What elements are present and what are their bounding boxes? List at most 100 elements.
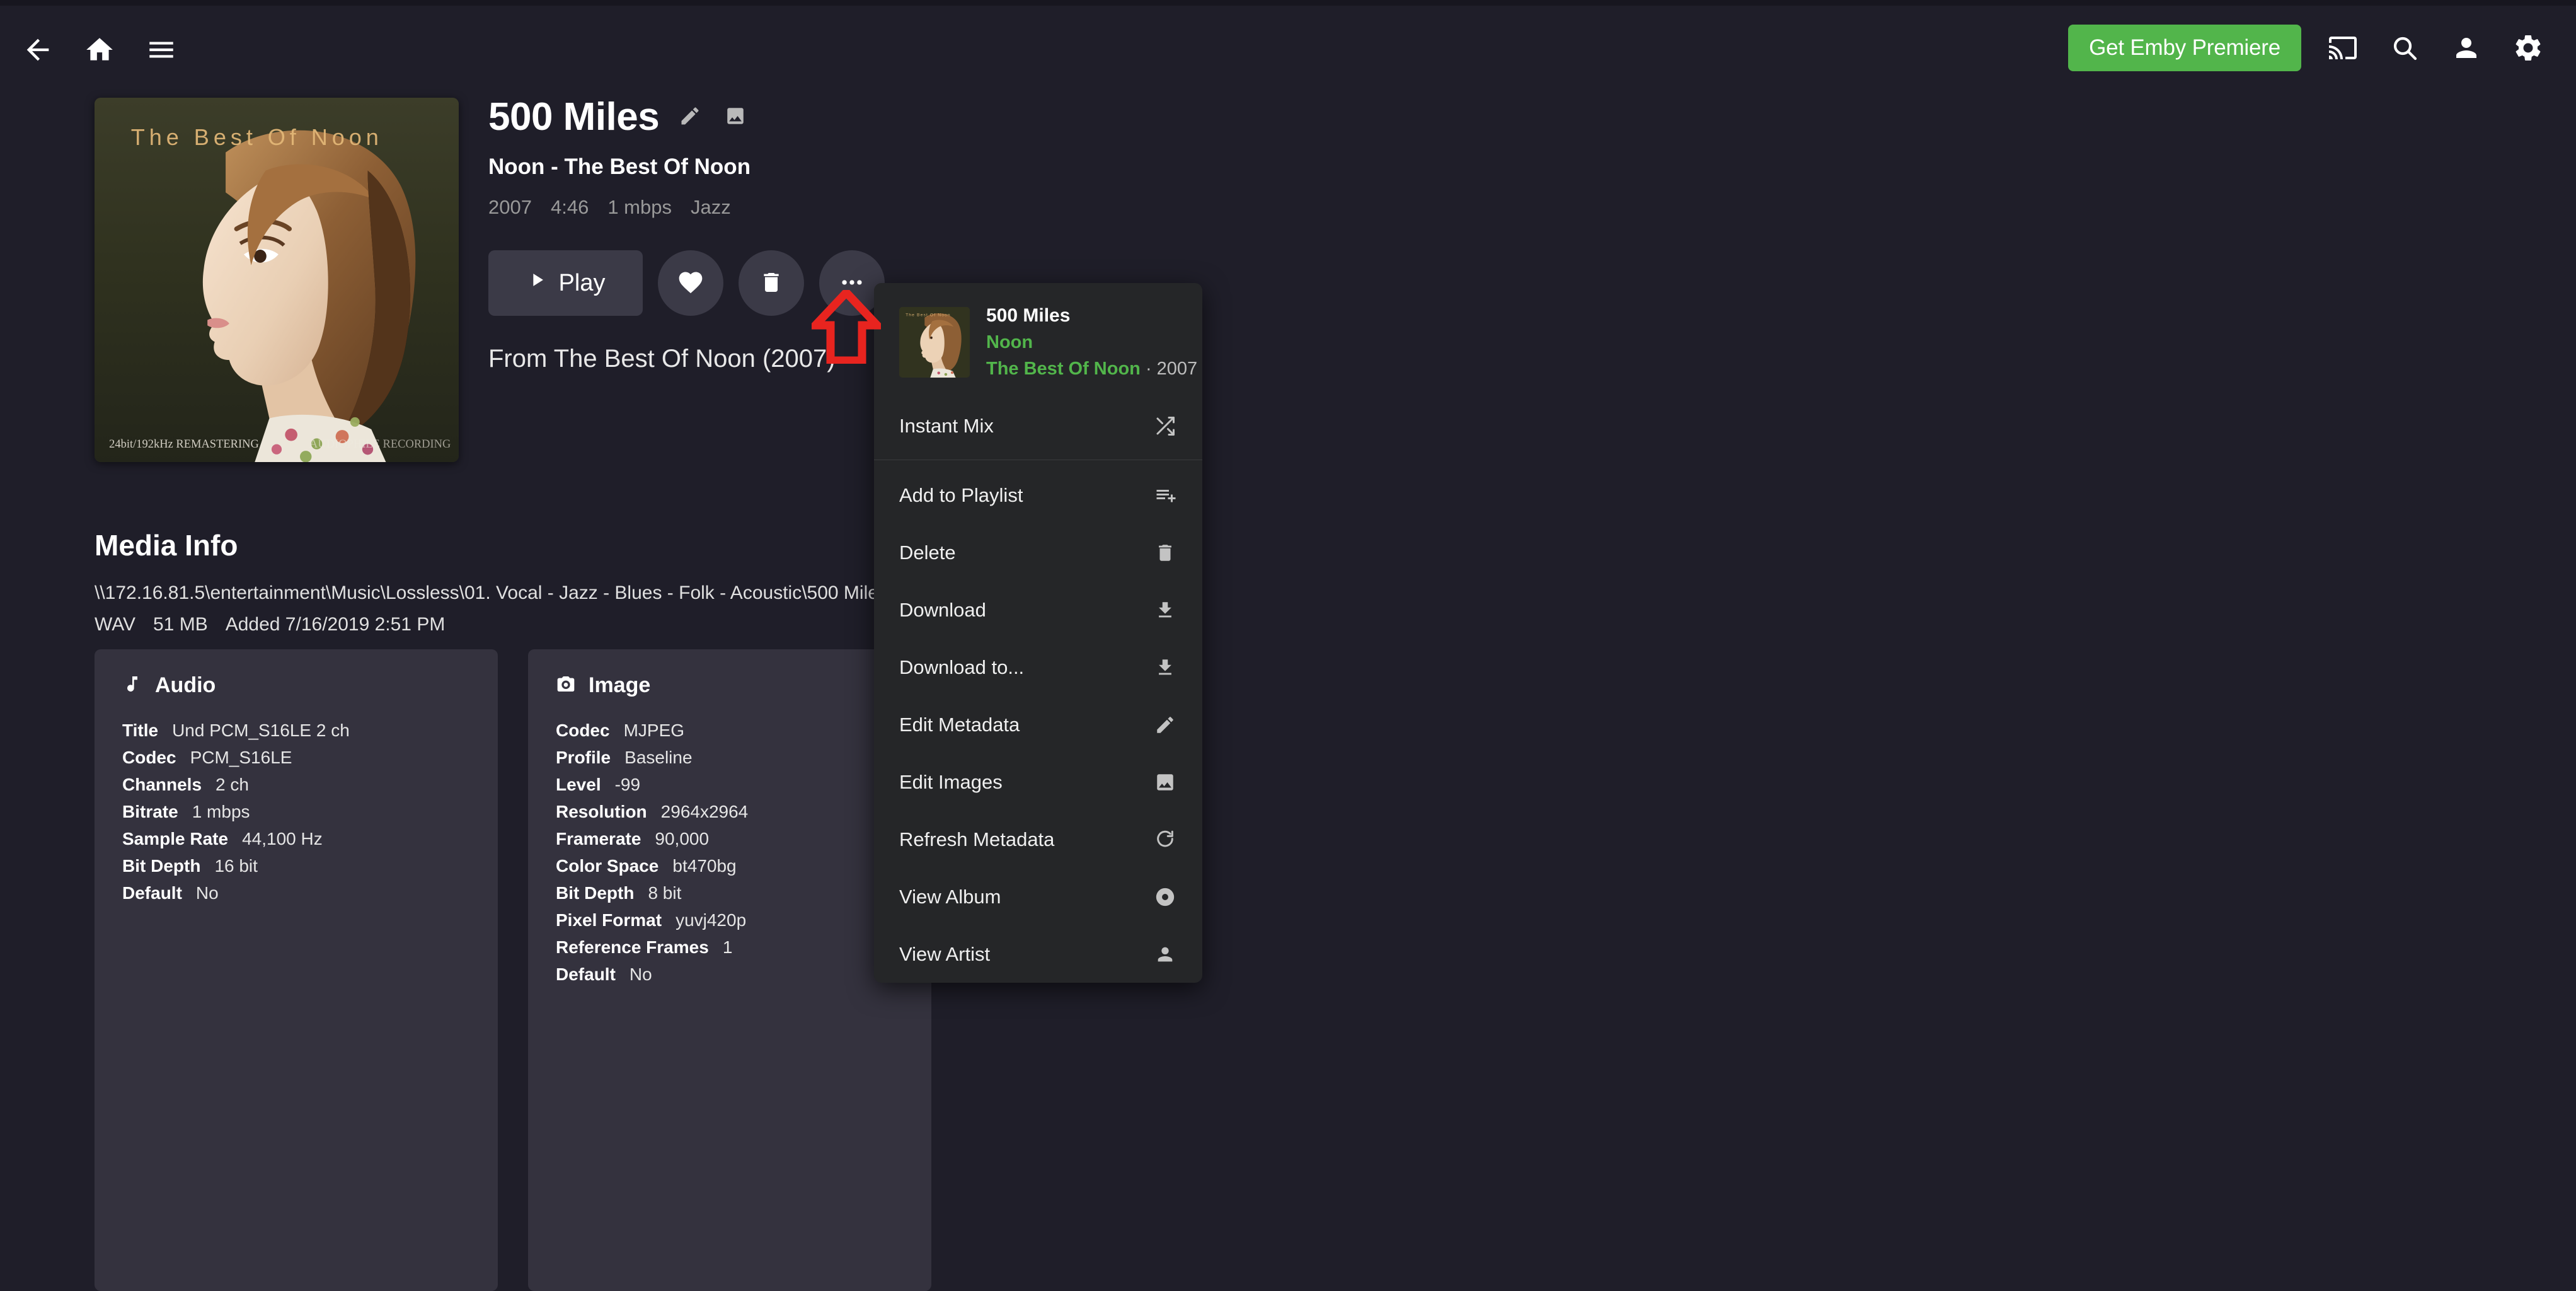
home-button[interactable]: [82, 32, 117, 67]
arrow-back-icon: [21, 33, 54, 66]
media-info-section: Media Info \\172.16.81.5\entertainment\M…: [95, 528, 888, 635]
svg-text:24bit/192kHz REMASTERING: 24bit/192kHz REMASTERING: [109, 437, 259, 450]
delete-button[interactable]: [739, 250, 804, 316]
user-account-button[interactable]: [2446, 28, 2487, 68]
context-menu-header: The Best Of Noon 500 Miles Noon The Best…: [874, 283, 1202, 397]
item-context-menu: The Best Of Noon 500 Miles Noon The Best…: [874, 283, 1202, 983]
menu-item-instant-mix[interactable]: Instant Mix: [874, 397, 1202, 454]
cast-button[interactable]: [2323, 28, 2363, 68]
svg-text:The Best Of Noon: The Best Of Noon: [906, 313, 951, 318]
audio-card-title: Audio: [155, 673, 216, 697]
play-triangle-icon: [526, 269, 548, 297]
attribute-value: No: [195, 883, 219, 903]
pencil-edit-icon: [1152, 712, 1178, 738]
attribute-value: 8 bit: [648, 883, 682, 903]
menu-item-label: Refresh Metadata: [899, 828, 1055, 850]
attribute-label: Title: [122, 721, 159, 740]
item-action-buttons: Play: [488, 250, 885, 316]
menu-item-label: View Artist: [899, 942, 991, 965]
attribute-value: 1 mbps: [192, 802, 250, 821]
menu-item-delete[interactable]: Delete: [874, 524, 1202, 581]
menu-item-label: View Album: [899, 885, 1001, 908]
attribute-label: Default: [556, 964, 616, 984]
attribute-label: Codec: [122, 748, 176, 767]
camera-photo-icon: [556, 674, 576, 697]
attribute-label: Bit Depth: [122, 856, 201, 876]
edit-metadata-button[interactable]: [676, 103, 704, 132]
attribute-label: Framerate: [556, 829, 641, 848]
attribute-value: 2 ch: [216, 775, 249, 794]
attribute-value: 16 bit: [214, 856, 258, 876]
meta-genre: Jazz: [690, 196, 731, 218]
main-menu-button[interactable]: [144, 32, 179, 67]
context-menu-track-title: 500 Miles: [986, 305, 1071, 326]
menu-item-edit-images[interactable]: Edit Images: [874, 753, 1202, 811]
album-cover-image: The Best Of Noon 24bit/192kHz REMASTERIN…: [95, 98, 459, 462]
svg-text:The Best Of Noon: The Best Of Noon: [131, 124, 383, 150]
menu-item-download-to[interactable]: Download to...: [874, 639, 1202, 696]
media-container: WAV: [95, 614, 135, 635]
refresh-icon: [1152, 826, 1178, 853]
menu-item-view-album[interactable]: View Album: [874, 868, 1202, 925]
search-button[interactable]: [2384, 28, 2425, 68]
attribute-row: Default No: [122, 883, 470, 903]
album-thumbnail-image: The Best Of Noon: [899, 307, 970, 378]
item-detail-column: 500 Miles Noon - The Best Of Noon 2007 4…: [488, 98, 885, 373]
pencil-edit-icon: [679, 105, 701, 130]
attribute-row: Sample Rate 44,100 Hz: [122, 829, 470, 849]
attribute-value: No: [629, 964, 652, 984]
attribute-row: Resolution 2964x2964: [556, 802, 904, 822]
image-stream-card: Image Codec MJPEG Profile Baseline Level -9…: [528, 649, 931, 1291]
attribute-label: Codec: [556, 721, 610, 740]
attribute-value: -99: [614, 775, 641, 794]
attribute-value: Und PCM_S16LE 2 ch: [172, 721, 350, 740]
menu-item-label: Download to...: [899, 656, 1025, 678]
meta-duration: 4:46: [550, 196, 589, 218]
edit-images-button[interactable]: [721, 103, 750, 132]
attribute-value: 90,000: [655, 829, 710, 848]
menu-item-add-to-playlist[interactable]: Add to Playlist: [874, 466, 1202, 524]
app-header-bar: Get Emby Premiere: [0, 6, 2576, 81]
download-icon: [1152, 597, 1178, 623]
context-menu-separator: ·: [1140, 359, 1157, 379]
image-card-title: Image: [589, 673, 651, 697]
music-note-icon: [122, 674, 142, 697]
attribute-label: Sample Rate: [122, 829, 229, 848]
menu-item-label: Delete: [899, 541, 956, 564]
attribute-value: bt470bg: [672, 856, 737, 876]
svg-text:AUDIOPHILE RECORDING: AUDIOPHILE RECORDING: [309, 437, 451, 450]
album-cover-art[interactable]: The Best Of Noon 24bit/192kHz REMASTERIN…: [95, 98, 459, 462]
back-button[interactable]: [20, 32, 55, 67]
header-right-actions: Get Emby Premiere: [2068, 25, 2548, 71]
image-edit-icon: [1152, 769, 1178, 796]
attribute-label: Profile: [556, 748, 611, 767]
media-size: 51 MB: [153, 614, 208, 635]
attribute-label: Pixel Format: [556, 910, 662, 930]
settings-button[interactable]: [2508, 28, 2548, 68]
play-button-label: Play: [558, 269, 606, 296]
menu-item-view-artist[interactable]: View Artist: [874, 925, 1202, 983]
favorite-button[interactable]: [658, 250, 723, 316]
menu-item-label: Instant Mix: [899, 414, 994, 437]
menu-item-refresh-metadata[interactable]: Refresh Metadata: [874, 811, 1202, 868]
audio-card-header: Audio: [122, 673, 470, 698]
attribute-row: Framerate 90,000: [556, 829, 904, 849]
meta-year: 2007: [488, 196, 532, 218]
menu-item-label: Download: [899, 598, 986, 621]
more-horizontal-icon: [838, 269, 866, 298]
context-menu-artist-link[interactable]: Noon: [986, 332, 1178, 353]
item-title-row: 500 Miles: [488, 98, 885, 137]
context-menu-thumbnail: The Best Of Noon: [899, 307, 970, 378]
attribute-row: Default No: [556, 964, 904, 985]
user-account-icon: [2451, 33, 2481, 63]
attribute-label: Reference Frames: [556, 937, 709, 957]
context-menu-year: 2007: [1156, 359, 1198, 379]
get-emby-premiere-button[interactable]: Get Emby Premiere: [2068, 25, 2301, 71]
play-button[interactable]: Play: [488, 250, 643, 316]
context-menu-album-link[interactable]: The Best Of Noon: [986, 359, 1141, 379]
cast-icon: [2328, 33, 2358, 63]
attribute-label: Resolution: [556, 802, 647, 821]
menu-item-download[interactable]: Download: [874, 581, 1202, 639]
menu-item-edit-metadata[interactable]: Edit Metadata: [874, 696, 1202, 753]
attribute-value: 2964x2964: [660, 802, 749, 821]
